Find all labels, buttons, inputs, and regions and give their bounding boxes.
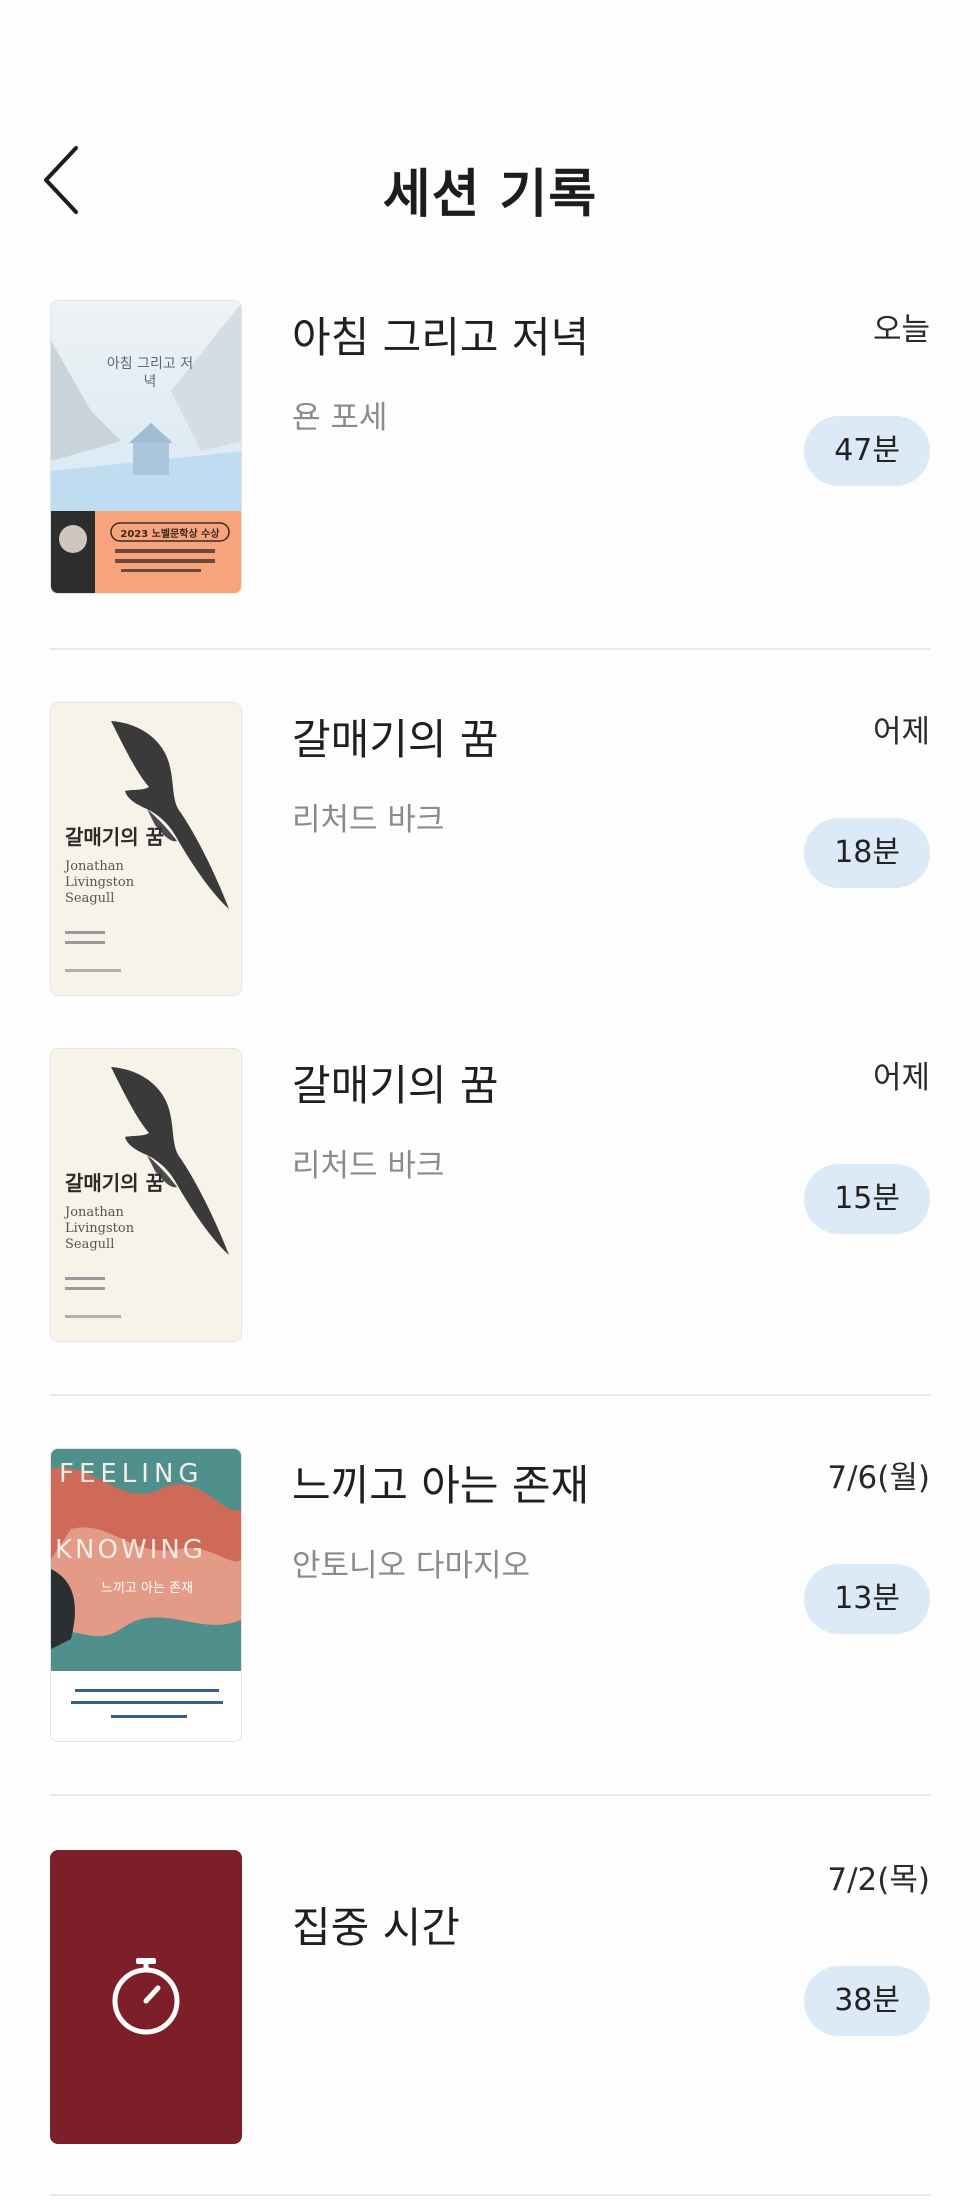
divider [50,1794,930,1796]
session-author: 안토니오 다마지오 [292,1548,531,1584]
cover-title: 아침 그리고 저녁 [106,356,194,390]
session-item[interactable]: FEELING KNOWING 느끼고 아는 존재 느끼고 아는 존재 안토니오… [50,1448,930,1742]
header: 세션 기록 [0,120,980,240]
session-date: 어제 [872,714,930,750]
session-item[interactable]: 갈매기의 꿈 Jonathan Livingston Seagull 갈매기의 … [50,702,930,996]
session-date: 7/6(월) [827,1460,930,1496]
book-cover: 아침 그리고 저녁 2023 노벨문학상 수상 [50,300,242,594]
session-title: 갈매기의 꿈 [292,1061,499,1110]
session-title: 아침 그리고 저녁 [292,313,590,362]
duration-badge: 38분 [804,1966,930,2036]
divider [50,2194,930,2196]
session-date: 7/2(목) [827,1862,930,1898]
focus-tile [50,1850,242,2144]
cover-subtitle: Jonathan Livingston Seagull [65,859,135,906]
cover-title-en: FEELING [59,1459,204,1489]
duration-badge: 15분 [804,1164,930,1234]
duration-badge: 47분 [804,416,930,486]
cover-title: 갈매기의 꿈 [65,825,164,849]
session-date: 어제 [872,1060,930,1096]
cover-badge: 2023 노벨문학상 수상 [120,529,220,540]
session-title: 갈매기의 꿈 [292,715,499,764]
session-author: 리처드 바크 [292,802,445,838]
book-cover: 갈매기의 꿈 Jonathan Livingston Seagull [50,1048,242,1342]
book-cover: 갈매기의 꿈 Jonathan Livingston Seagull [50,702,242,996]
cover-subtitle: Jonathan Livingston Seagull [65,1205,135,1252]
session-item[interactable]: 집중 시간 7/2(목) 38분 [50,1850,930,2144]
session-item[interactable]: 갈매기의 꿈 Jonathan Livingston Seagull 갈매기의 … [50,1048,930,1342]
stopwatch-icon [112,1958,180,2035]
cover-title: 갈매기의 꿈 [65,1171,164,1195]
page-title: 세션 기록 [382,165,598,225]
cover-title-en: KNOWING [55,1535,206,1565]
session-item[interactable]: 아침 그리고 저녁 2023 노벨문학상 수상 아침 그리고 저녁 욘 포세 오… [50,300,930,594]
duration-badge: 18분 [804,818,930,888]
session-date: 오늘 [872,312,930,348]
session-author: 리처드 바크 [292,1148,445,1184]
duration-badge: 13분 [804,1564,930,1634]
session-title: 느끼고 아는 존재 [292,1461,590,1510]
divider [50,1394,930,1396]
divider [50,648,930,650]
session-title: 집중 시간 [292,1903,460,1952]
book-cover: FEELING KNOWING 느끼고 아는 존재 [50,1448,242,1742]
cover-title: 느끼고 아는 존재 [101,1581,193,1596]
session-author: 욘 포세 [292,400,388,436]
